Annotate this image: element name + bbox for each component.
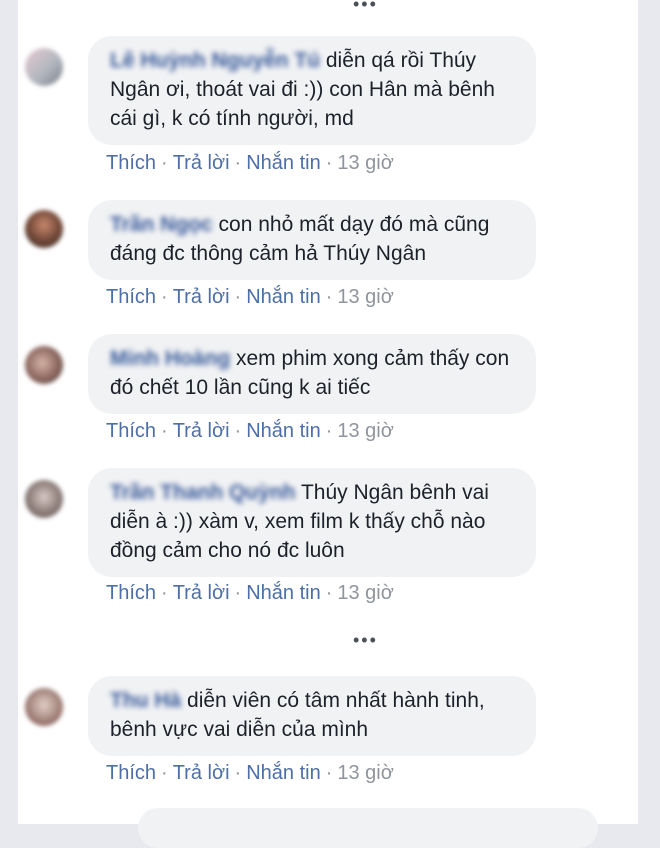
message-link[interactable]: Nhắn tin [246,286,321,308]
timestamp[interactable]: 13 giờ [337,152,393,174]
more-comments-icon[interactable]: ••• [353,630,378,651]
timestamp[interactable]: 13 giờ [337,762,393,784]
comment-author[interactable]: Trần Ngọc [110,213,213,236]
message-link[interactable]: Nhắn tin [246,582,321,604]
message-link[interactable]: Nhắn tin [246,420,321,442]
comment-author[interactable]: Minh Hoàng [110,347,230,370]
comment-author[interactable]: Lê Huỳnh Nguyễn Tú [110,49,320,72]
like-link[interactable]: Thích [106,582,156,604]
comment-actions: Thích · Trả lời · Nhắn tin · 13 giờ [106,286,394,308]
comment-bubble: Trần Ngọc con nhỏ mất dạy đó mà cũng đán… [88,200,536,280]
comment-bubble: Lê Huỳnh Nguyễn Tú diễn qá rồi Thúy Ngân… [88,36,536,145]
avatar[interactable] [25,480,63,518]
message-link[interactable]: Nhắn tin [246,762,321,784]
comment-actions: Thích · Trả lời · Nhắn tin · 13 giờ [106,152,394,174]
comment-thread: ••• Lê Huỳnh Nguyễn Tú diễn qá rồi Thúy … [18,0,638,848]
comment-author[interactable]: Trần Thanh Quỳnh [110,481,296,504]
avatar[interactable] [25,48,63,86]
comment-actions: Thích · Trả lời · Nhắn tin · 13 giờ [106,420,394,442]
timestamp[interactable]: 13 giờ [337,582,393,604]
reply-link[interactable]: Trả lời [173,286,230,308]
like-link[interactable]: Thích [106,420,156,442]
comment-author[interactable]: Thu Hà [110,689,181,712]
more-options-icon[interactable]: ••• [353,0,378,15]
timestamp[interactable]: 13 giờ [337,420,393,442]
comment-bubble: Trần Thanh Quỳnh Thúy Ngân bênh vai diễn… [88,468,536,577]
reply-link[interactable]: Trả lời [173,762,230,784]
comment-actions: Thích · Trả lời · Nhắn tin · 13 giờ [106,762,394,784]
reply-link[interactable]: Trả lời [173,582,230,604]
comment-actions: Thích · Trả lời · Nhắn tin · 13 giờ [106,582,394,604]
next-comment-bubble [138,808,598,848]
comment-bubble: Minh Hoàng xem phim xong cảm thấy con đó… [88,334,536,414]
like-link[interactable]: Thích [106,152,156,174]
comment-bubble: Thu Hà diễn viên có tâm nhất hành tinh, … [88,676,536,756]
timestamp[interactable]: 13 giờ [337,286,393,308]
like-link[interactable]: Thích [106,286,156,308]
reply-link[interactable]: Trả lời [173,420,230,442]
reply-link[interactable]: Trả lời [173,152,230,174]
message-link[interactable]: Nhắn tin [246,152,321,174]
avatar[interactable] [25,688,63,726]
avatar[interactable] [25,210,63,248]
avatar[interactable] [25,346,63,384]
like-link[interactable]: Thích [106,762,156,784]
